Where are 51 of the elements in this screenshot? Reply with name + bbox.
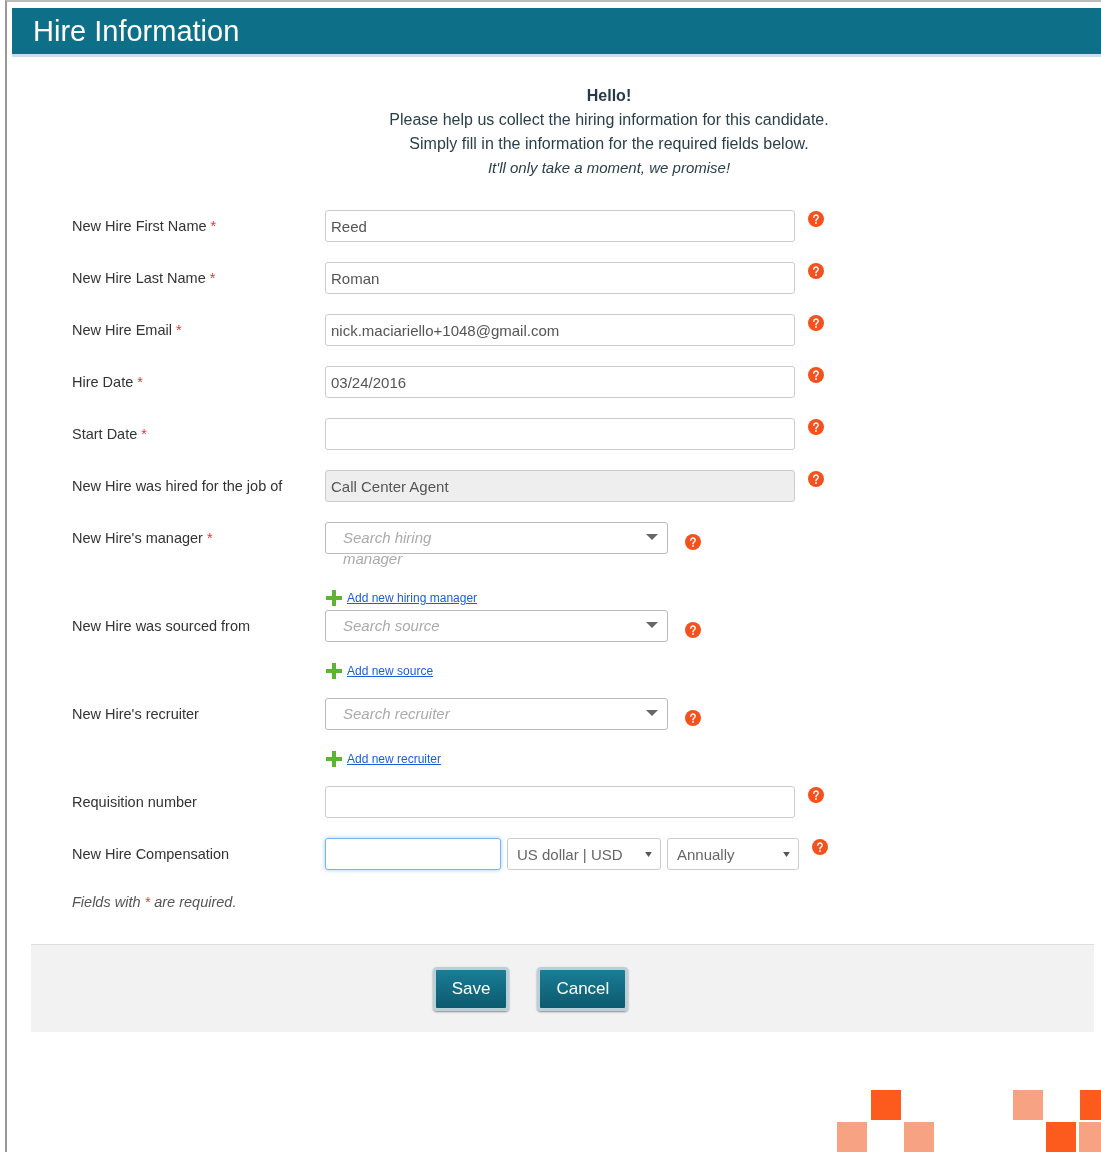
help-icon[interactable] xyxy=(808,211,824,227)
caret-icon xyxy=(645,852,652,857)
text-field[interactable]: 03/24/2016 xyxy=(325,366,795,398)
plus-icon xyxy=(325,589,343,607)
period-dropdown[interactable]: Annually xyxy=(667,838,799,870)
field-label: New Hire was hired for the job of xyxy=(72,477,284,494)
currency-dropdown[interactable]: US dollar | USD xyxy=(507,838,661,870)
help-icon[interactable] xyxy=(685,622,701,638)
text-field[interactable] xyxy=(325,418,795,450)
help-icon[interactable] xyxy=(808,367,824,383)
text-field[interactable]: Roman xyxy=(325,262,795,294)
caret-icon xyxy=(646,622,658,628)
add-link[interactable]: Add new source xyxy=(347,664,434,678)
help-icon[interactable] xyxy=(808,419,824,435)
add-link[interactable]: Add new recruiter xyxy=(347,752,442,766)
help-icon[interactable] xyxy=(808,471,824,487)
text-field[interactable]: Reed xyxy=(325,210,795,242)
add-link[interactable]: Add new hiring manager xyxy=(347,591,478,605)
amount-field[interactable] xyxy=(325,838,501,870)
intro-text: Simply fill in the information for the required fields below. xyxy=(408,135,810,153)
help-icon[interactable] xyxy=(812,839,828,855)
help-icon[interactable] xyxy=(808,315,824,331)
help-icon[interactable] xyxy=(808,787,824,803)
cancel-button[interactable]: Cancel xyxy=(537,966,629,1011)
field-label: New Hire First Name * xyxy=(72,217,218,234)
text-field[interactable] xyxy=(325,786,795,818)
field-label: New Hire Compensation xyxy=(72,845,231,862)
field-label: New Hire was sourced from xyxy=(72,617,252,634)
text-field[interactable]: nick.maciariello+1048@gmail.com xyxy=(325,314,795,346)
caret-icon xyxy=(646,534,658,540)
field-label: New Hire's recruiter xyxy=(72,705,200,722)
help-icon[interactable] xyxy=(685,710,701,726)
plus-icon xyxy=(325,750,343,768)
field-label: Start Date * xyxy=(72,425,148,442)
field-label: New Hire Email * xyxy=(72,321,183,338)
save-button[interactable]: Save xyxy=(432,966,510,1011)
field-label: New Hire Last Name * xyxy=(72,269,217,286)
required-note: Fields with * are required. xyxy=(72,894,238,910)
intro-text: Please help us collect the hiring information for this candidate. xyxy=(388,111,830,129)
field-label: New Hire's manager * xyxy=(72,529,214,546)
help-icon[interactable] xyxy=(808,263,824,279)
page-title: Hire Information xyxy=(33,14,240,48)
intro-note: It'll only take a moment, we promise! xyxy=(486,159,732,176)
field-label: Requisition number xyxy=(72,793,198,810)
greeting-text: Hello! xyxy=(585,87,633,105)
field-label: Hire Date * xyxy=(72,373,144,390)
caret-icon xyxy=(646,710,658,716)
plus-icon xyxy=(325,662,343,680)
caret-icon xyxy=(783,852,790,857)
help-icon[interactable] xyxy=(685,534,701,550)
readonly-field[interactable]: Call Center Agent xyxy=(325,470,795,502)
